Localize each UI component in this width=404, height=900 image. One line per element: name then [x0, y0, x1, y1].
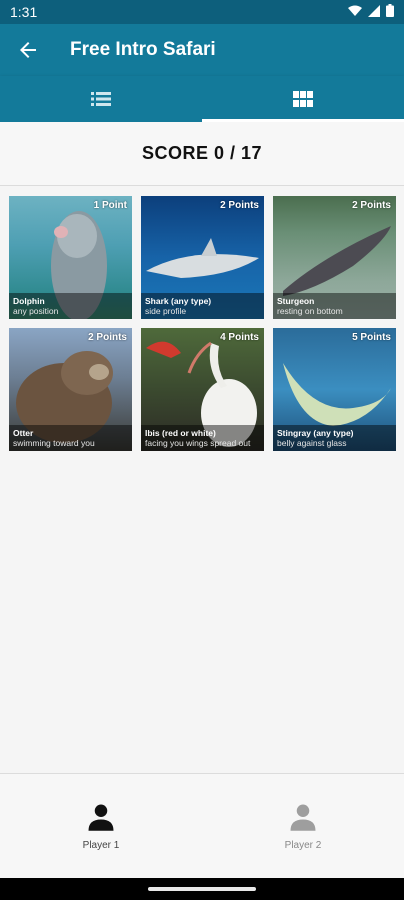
card-caption: Dolphin any position [9, 293, 132, 319]
animal-description: side profile [145, 306, 187, 316]
back-button[interactable] [0, 24, 56, 76]
battery-icon [386, 4, 394, 20]
person-icon [290, 804, 316, 831]
animal-description: swimming toward you [13, 438, 95, 448]
status-icons [348, 4, 394, 20]
points-badge: 2 Points [220, 200, 259, 211]
grid-icon [293, 91, 313, 107]
animal-name: Dolphin [13, 296, 45, 306]
animal-grid: 1 Point Dolphin any position 2 Points Sh… [9, 196, 397, 451]
status-time: 1:31 [10, 4, 38, 20]
score-display: SCORE 0 / 17 [0, 122, 404, 186]
status-bar: 1:31 [0, 0, 404, 24]
animal-name: Ibis (red or white) [145, 428, 216, 438]
page-title: Free Intro Safari [70, 39, 216, 60]
list-icon [91, 92, 111, 106]
animal-name: Stingray (any type) [277, 428, 354, 438]
points-badge: 1 Point [93, 200, 127, 211]
points-badge: 4 Points [220, 332, 259, 343]
arrow-back-icon [20, 42, 36, 58]
card-otter[interactable]: 2 Points Otter swimming toward you [9, 328, 132, 451]
animal-name: Shark (any type) [145, 296, 212, 306]
nav-player-1[interactable]: Player 1 [0, 774, 202, 878]
person-icon [88, 804, 114, 831]
animal-name: Otter [13, 428, 34, 438]
card-caption: Otter swimming toward you [9, 425, 132, 451]
home-gesture-handle[interactable] [148, 887, 256, 891]
points-badge: 2 Points [88, 332, 127, 343]
view-tabs [0, 76, 404, 122]
card-caption: Stingray (any type) belly against glass [273, 425, 396, 451]
card-caption: Shark (any type) side profile [141, 293, 264, 319]
nav-label: Player 1 [82, 839, 120, 851]
card-ibis[interactable]: 4 Points Ibis (red or white) facing you … [141, 328, 264, 451]
nav-player-2[interactable]: Player 2 [202, 774, 404, 878]
tab-list-view[interactable] [0, 76, 202, 122]
tab-grid-view[interactable] [202, 76, 404, 122]
animal-description: facing you wings spread out [145, 438, 251, 448]
points-badge: 5 Points [352, 332, 391, 343]
app-bar: Free Intro Safari [0, 24, 404, 76]
nav-label: Player 2 [284, 839, 322, 851]
card-shark[interactable]: 2 Points Shark (any type) side profile [141, 196, 264, 319]
animal-name: Sturgeon [277, 296, 315, 306]
points-badge: 2 Points [352, 200, 391, 211]
card-caption: Sturgeon resting on bottom [273, 293, 396, 319]
bottom-navigation: Player 1 Player 2 [0, 773, 404, 878]
animal-description: resting on bottom [277, 306, 343, 316]
signal-icon [368, 4, 380, 20]
system-navigation-bar [0, 878, 404, 900]
card-dolphin[interactable]: 1 Point Dolphin any position [9, 196, 132, 319]
wifi-icon [348, 4, 362, 20]
animal-description: any position [13, 306, 59, 316]
animal-description: belly against glass [277, 438, 347, 448]
card-sturgeon[interactable]: 2 Points Sturgeon resting on bottom [273, 196, 396, 319]
card-caption: Ibis (red or white) facing you wings spr… [141, 425, 264, 451]
card-stingray[interactable]: 5 Points Stingray (any type) belly again… [273, 328, 396, 451]
